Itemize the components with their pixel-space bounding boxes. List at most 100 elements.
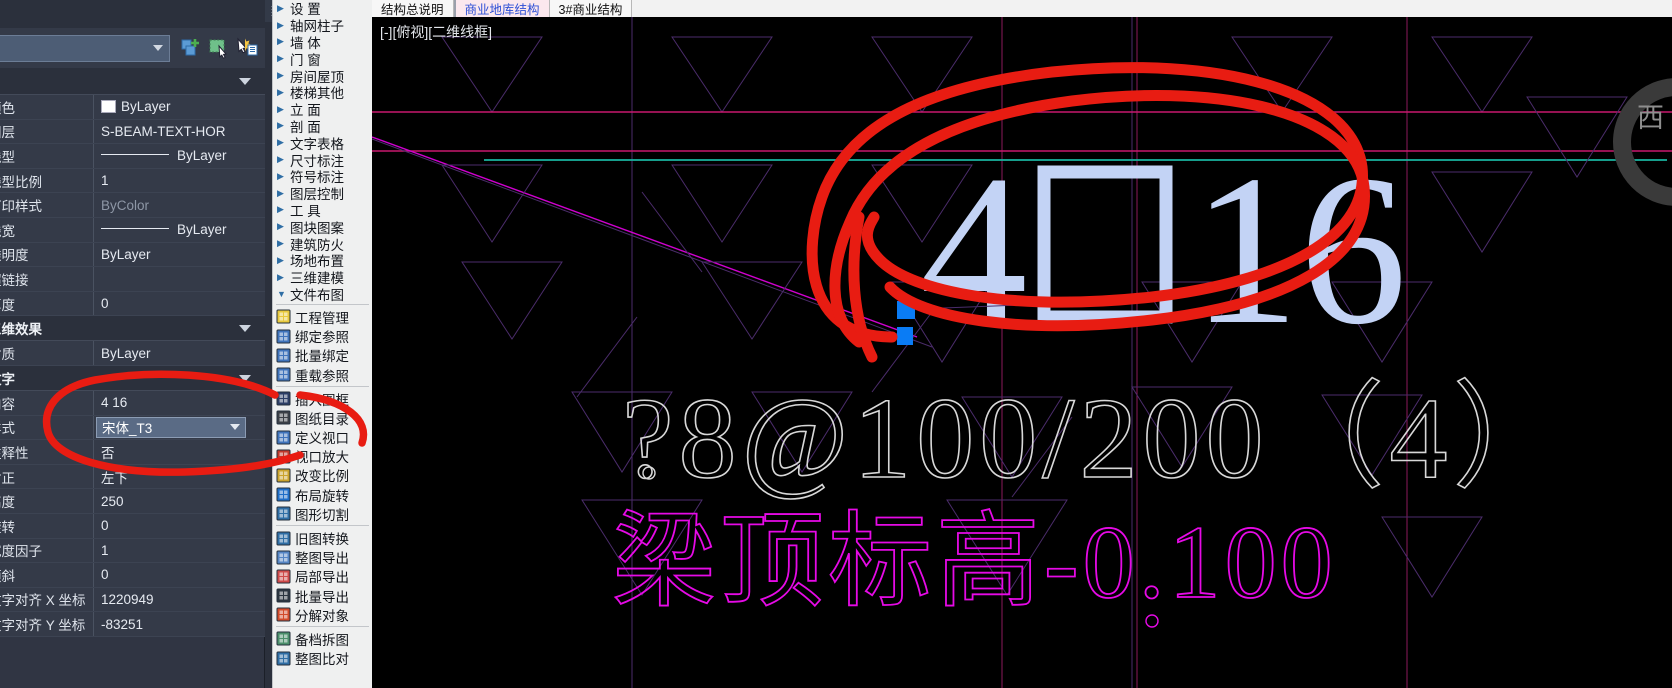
triangle-right-icon[interactable]: ▶ — [277, 272, 290, 283]
batch-export-icon — [276, 588, 291, 603]
selection-grip[interactable] — [897, 327, 913, 345]
triangle-right-icon[interactable]: ▶ — [277, 221, 290, 232]
quick-select-icon[interactable] — [180, 37, 202, 59]
tool-palette-item-label: 视口放大 — [295, 450, 349, 466]
tool-palette-item[interactable]: 视口放大 — [273, 447, 372, 466]
tool-palette-item[interactable]: 批量导出 — [273, 586, 372, 605]
property-row[interactable]: 透明度 ByLayer — [0, 242, 265, 268]
property-row[interactable]: 宽度因子 1 — [0, 538, 265, 564]
property-value[interactable]: 左下 — [94, 467, 265, 487]
property-value[interactable]: 0 — [94, 296, 265, 311]
tool-tree-item[interactable]: ▶ 轴网柱子 — [273, 17, 372, 34]
property-row[interactable]: 线型比例 1 — [0, 168, 265, 194]
triangle-right-icon[interactable]: ▶ — [277, 53, 290, 64]
property-row[interactable]: 打印样式 ByColor — [0, 193, 265, 218]
tool-tree-item[interactable]: ▶ 楼梯其他 — [273, 84, 372, 101]
property-value[interactable]: 0 — [94, 518, 265, 533]
property-row[interactable]: 材质 ByLayer — [0, 341, 265, 366]
pick-add-icon[interactable] — [236, 37, 258, 59]
tool-palette-item[interactable]: 定义视口 — [273, 427, 372, 446]
triangle-right-icon[interactable]: ▶ — [277, 70, 290, 81]
tool-palette-item[interactable]: 备档拆图 — [273, 629, 372, 648]
triangle-right-icon[interactable]: ▶ — [277, 20, 290, 31]
properties-section-header-top[interactable] — [0, 68, 265, 95]
property-value[interactable]: S-BEAM-TEXT-HOR — [94, 124, 265, 139]
triangle-right-icon[interactable]: ▶ — [277, 36, 290, 47]
tool-palette-item[interactable]: 工程管理 — [273, 307, 372, 326]
tool-palette-item[interactable]: 布局旋转 — [273, 485, 372, 504]
tool-palette-item[interactable]: 绑定参照 — [273, 327, 372, 346]
tool-palette-item[interactable]: 局部导出 — [273, 567, 372, 586]
property-row[interactable]: 内容 4 16 — [0, 390, 265, 416]
property-row[interactable]: 颜色 ByLayer — [0, 95, 265, 120]
property-value[interactable]: 4 16 — [94, 395, 265, 410]
cad-drawing-canvas[interactable]: [-][俯视][二维线框] 西 4 16 ?8@100/200（4） 梁顶标高-… — [372, 17, 1672, 688]
property-row[interactable]: 文字对齐 X 坐标 1220949 — [0, 587, 265, 613]
property-value[interactable]: 否 — [94, 442, 265, 462]
property-value[interactable]: ByColor — [94, 198, 265, 213]
triangle-right-icon[interactable]: ▶ — [277, 137, 290, 148]
property-row[interactable]: 旋转 0 — [0, 513, 265, 539]
property-value[interactable]: ByLayer — [94, 222, 265, 237]
selection-grip[interactable] — [897, 301, 915, 319]
tool-palette-item[interactable]: 旧图转换 — [273, 528, 372, 547]
tool-tree-item[interactable]: ▶ 立 面 — [273, 101, 372, 118]
triangle-right-icon[interactable]: ▶ — [277, 104, 290, 115]
property-row[interactable]: 线型 ByLayer — [0, 144, 265, 169]
triangle-right-icon[interactable]: ▶ — [277, 171, 290, 182]
property-row[interactable]: 超链接 — [0, 267, 265, 292]
tool-tree-item[interactable]: ▶ 墙 体 — [273, 34, 372, 51]
chevron-down-icon[interactable] — [230, 424, 240, 431]
property-row[interactable]: 线宽 ByLayer — [0, 217, 265, 243]
properties-section-header[interactable]: 三维效果 — [0, 316, 265, 342]
property-row[interactable]: 注释性 否 — [0, 440, 265, 465]
tool-tree-item[interactable]: ▶ 图层控制 — [273, 185, 372, 202]
object-type-combo[interactable] — [0, 34, 170, 62]
tool-palette-item[interactable]: 图形切割 — [273, 504, 372, 523]
properties-section-header[interactable]: 文字 — [0, 365, 265, 391]
tool-palette-item[interactable]: 插入图框 — [273, 389, 372, 408]
property-value[interactable]: ByLayer — [94, 99, 265, 114]
property-value[interactable]: 0 — [94, 567, 265, 582]
property-row[interactable]: 倾斜 0 — [0, 563, 265, 588]
tool-palette-item[interactable]: 整图比对 — [273, 649, 372, 668]
triangle-right-icon[interactable]: ▶ — [277, 120, 290, 131]
property-value[interactable]: 250 — [94, 494, 265, 509]
tool-palette-item[interactable]: 重载参照 — [273, 365, 372, 384]
property-row[interactable]: 文字对齐 Y 坐标 -83251 — [0, 612, 265, 637]
triangle-right-icon[interactable]: ▶ — [277, 188, 290, 199]
select-objects-icon[interactable] — [208, 37, 230, 59]
property-value[interactable]: ByLayer — [94, 247, 265, 262]
tool-palette-item[interactable]: 改变比例 — [273, 466, 372, 485]
property-value[interactable]: 1 — [94, 543, 265, 558]
triangle-right-icon[interactable]: ▶ — [277, 255, 290, 266]
triangle-right-icon[interactable]: ▶ — [277, 238, 290, 249]
triangle-right-icon[interactable]: ▶ — [277, 3, 290, 14]
property-value[interactable]: ByLayer — [94, 346, 265, 361]
tool-palette-item[interactable]: 批量绑定 — [273, 346, 372, 365]
tool-palette-item[interactable]: 图纸目录 — [273, 408, 372, 427]
document-tab[interactable]: 3#商业结构 — [549, 0, 633, 17]
document-tab[interactable]: 结构总说明 — [372, 0, 454, 17]
property-value[interactable]: 宋体_T3 — [94, 416, 265, 438]
triangle-down-icon[interactable]: ▼ — [277, 289, 290, 299]
property-value[interactable]: 1 — [94, 173, 265, 188]
tool-palette-item[interactable]: 整图导出 — [273, 548, 372, 567]
triangle-right-icon[interactable]: ▶ — [277, 87, 290, 98]
property-row[interactable]: 对正 左下 — [0, 464, 265, 490]
property-row[interactable]: 厚度 0 — [0, 291, 265, 317]
property-row[interactable]: 图层 S-BEAM-TEXT-HOR — [0, 119, 265, 145]
property-row[interactable]: 高度 250 — [0, 489, 265, 514]
tool-palette-item[interactable]: 分解对象 — [273, 605, 372, 624]
reload-xref-icon — [276, 367, 291, 382]
triangle-right-icon[interactable]: ▶ — [277, 154, 290, 165]
property-value[interactable]: 1220949 — [94, 592, 265, 607]
tool-tree-item[interactable]: ▼ 文件布图 — [273, 286, 372, 303]
text-style-combo[interactable]: 宋体_T3 — [96, 416, 246, 438]
property-row[interactable]: 样式 宋体_T3 — [0, 415, 265, 441]
triangle-right-icon[interactable]: ▶ — [277, 204, 290, 215]
document-tab[interactable]: 商业地库结构 — [453, 0, 550, 17]
property-value[interactable]: ByLayer — [94, 148, 265, 163]
property-value[interactable]: -83251 — [94, 617, 265, 632]
palette-separator — [276, 304, 369, 306]
